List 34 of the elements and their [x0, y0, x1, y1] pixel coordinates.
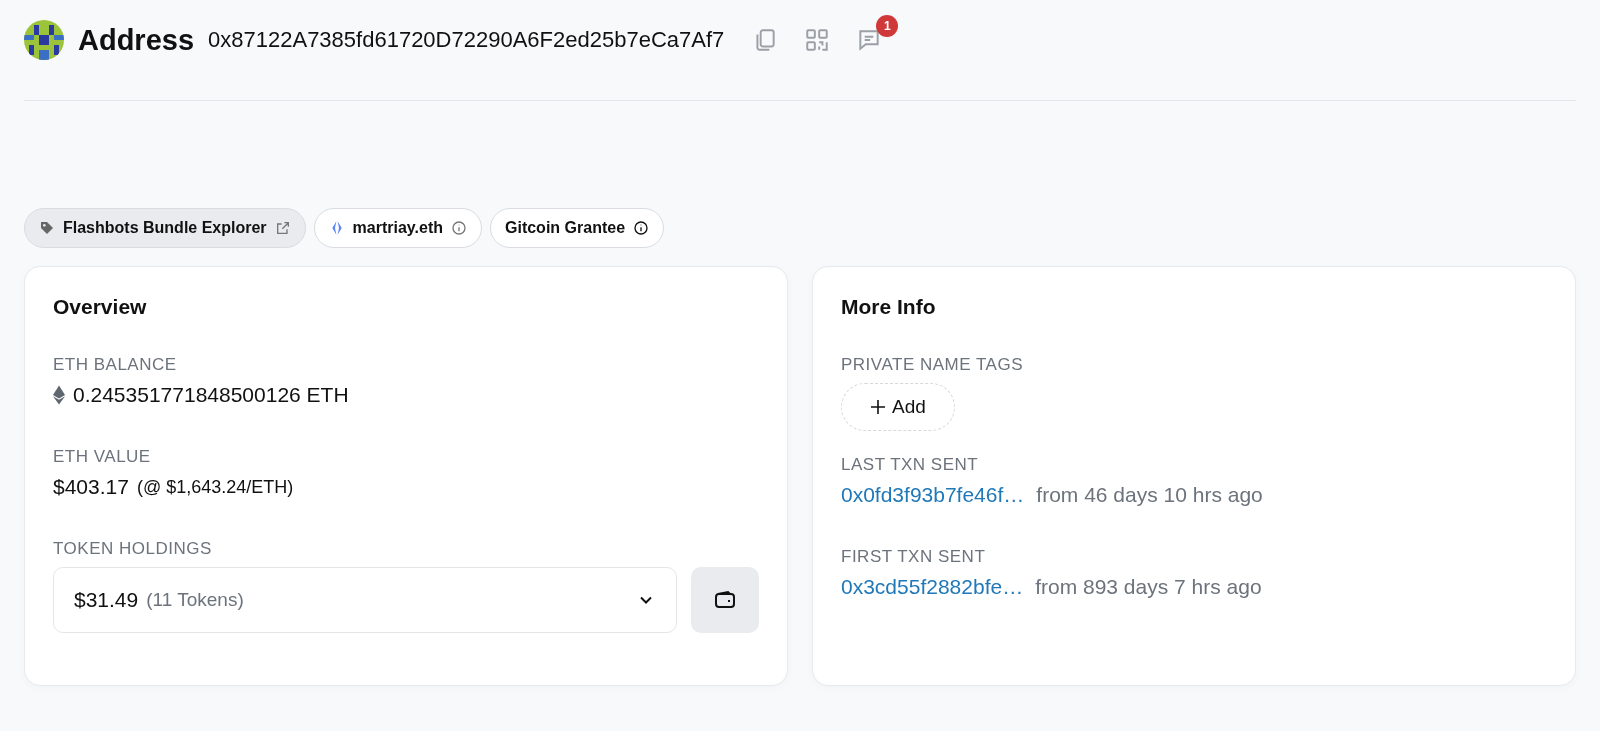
tag-label: Flashbots Bundle Explorer — [63, 219, 267, 237]
field-label: LAST TXN SENT — [841, 455, 980, 475]
qr-code-icon[interactable] — [804, 27, 831, 53]
tag-icon — [39, 220, 55, 236]
transaction-link[interactable]: 0x3cd55f2882bfe… — [841, 575, 1024, 599]
field-label: FIRST TXN SENT — [841, 547, 987, 567]
page-title: Address — [78, 23, 195, 57]
ethereum-icon — [53, 385, 65, 405]
field-label: PRIVATE NAME TAGS — [841, 355, 1024, 375]
eth-balance: 0.245351771848500126 ETH — [73, 383, 349, 407]
tag-label: Gitcoin Grantee — [505, 219, 626, 237]
info-icon[interactable] — [633, 220, 650, 236]
add-button[interactable]: Add — [841, 383, 955, 431]
field-label: ETH VALUE — [53, 447, 152, 467]
card-title: Overview — [53, 295, 148, 319]
transaction-age: from 893 days 7 hrs ago — [1035, 575, 1262, 599]
wallet-button[interactable] — [691, 567, 759, 633]
notification-count: 1 — [876, 15, 899, 37]
external-link-icon[interactable] — [274, 220, 291, 236]
field-label: ETH BALANCE — [53, 355, 178, 375]
transaction-link[interactable]: 0x0fd3f93b7fe46f… — [841, 483, 1025, 507]
tag-label: martriay.eth — [352, 219, 443, 237]
plus-icon — [870, 399, 886, 415]
card-title: More Info — [841, 295, 937, 319]
name-tag[interactable]: Gitcoin Grantee — [490, 208, 665, 248]
eth-value: $403.17 — [53, 475, 129, 499]
transaction-age: from 46 days 10 hrs ago — [1036, 483, 1263, 507]
avatar-icon — [24, 20, 64, 60]
name-tag[interactable]: Flashbots Bundle Explorer — [24, 208, 306, 248]
name-tag[interactable]: martriay.eth — [313, 208, 482, 248]
eth-price: (@ $1,643.24/ETH) — [136, 476, 294, 498]
token-holdings-dropdown[interactable]: $31.49 (11 Tokens) — [53, 567, 677, 633]
field-label: TOKEN HOLDINGS — [53, 539, 213, 559]
address-hash: 0x87122A7385fd61720D72290A6F2ed25b7eCa7Af7 — [208, 27, 725, 53]
